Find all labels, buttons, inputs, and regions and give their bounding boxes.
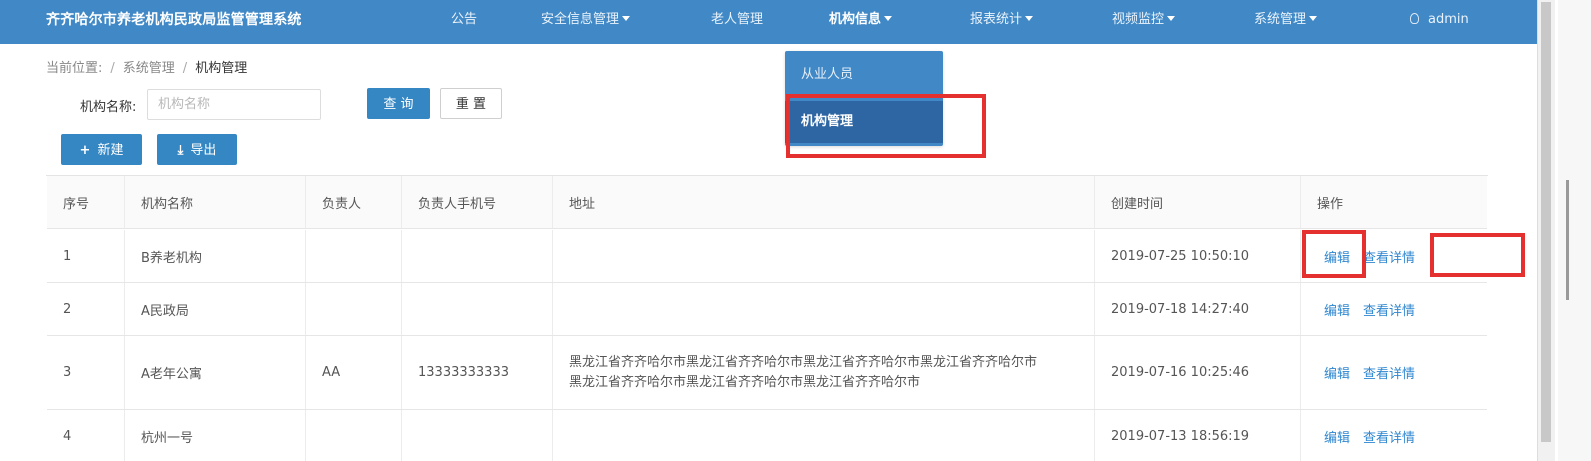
view-details-link[interactable]: 查看详情 [1363,363,1415,382]
table-row: 2 A民政局 2019-07-18 14:27:40 编辑 查看详情 [47,283,1487,336]
outer-scrollbar[interactable] [1558,0,1591,461]
breadcrumb-item-current: 机构管理 [195,61,248,76]
view-details-link[interactable]: 查看详情 [1363,247,1415,266]
page-scrollbar[interactable] [1537,0,1555,461]
cell-address [553,410,1095,461]
cell-actions: 编辑 查看详情 [1301,410,1487,461]
annotation-box-empty [1430,233,1525,277]
column-header: 创建时间 [1095,176,1301,228]
caret-down-icon [622,16,631,21]
org-name-label: 机构名称: [80,100,137,115]
cell-phone [402,230,553,282]
cell-actions: 编辑 查看详情 [1301,336,1487,409]
scrollbar-thumb[interactable] [1541,2,1551,442]
table-row: 1 B养老机构 2019-07-25 10:50:10 编辑 查看详情 [47,230,1487,283]
breadcrumb: 当前位置: / 系统管理 / 机构管理 [46,57,247,76]
cell-phone [402,283,553,335]
cell-index: 3 [47,336,125,409]
view-details-link[interactable]: 查看详情 [1363,300,1415,319]
annotation-box-edit [1302,230,1366,278]
download-icon: ⤓ [177,143,184,158]
nav-item-video[interactable]: 视频监控 [1112,0,1176,40]
cell-address [553,230,1095,282]
column-header: 负责人 [306,176,402,228]
new-button[interactable]: + 新建 [61,134,142,165]
column-header: 操作 [1317,196,1344,212]
cell-owner: AA [306,336,402,409]
top-nav-bar: 齐齐哈尔市养老机构民政局监管管理系统 公告 安全信息管理 老人管理 机构信息 报… [0,0,1537,44]
nav-item-elderly[interactable]: 老人管理 [711,0,763,40]
cell-created-time: 2019-07-18 14:27:40 [1095,283,1301,335]
dropdown-item-staff[interactable]: 从业人员 [785,54,943,96]
cell-index: 1 [47,230,125,282]
cell-org-name: B养老机构 [125,230,306,282]
cell-owner [306,410,402,461]
caret-down-icon [1309,16,1318,21]
table-row: 3 A老年公寓 AA 13333333333 黑龙江省齐齐哈尔市黑龙江省齐齐哈尔… [47,336,1487,410]
cell-org-name: 杭州一号 [125,410,306,461]
cell-created-time: 2019-07-25 10:50:10 [1095,230,1301,282]
org-name-search-input[interactable] [147,89,321,120]
cell-org-name: A民政局 [125,283,306,335]
nav-item-system[interactable]: 系统管理 [1254,0,1318,40]
query-button[interactable]: 查 询 [367,88,430,119]
cell-actions: 编辑 查看详情 [1301,283,1487,335]
cell-owner [306,230,402,282]
column-header: 地址 [553,176,1095,228]
breadcrumb-item-system[interactable]: 系统管理 [123,61,175,76]
user-menu[interactable]: admin [1410,0,1469,40]
cell-address: 黑龙江省齐齐哈尔市黑龙江省齐齐哈尔市黑龙江省齐齐哈尔市黑龙江省齐齐哈尔市 黑龙江省… [553,336,1095,409]
nav-item-org-info[interactable]: 机构信息 [829,0,893,40]
breadcrumb-separator: / [182,61,188,76]
nav-item-notice[interactable]: 公告 [451,0,477,40]
org-table: 序号 机构名称 负责人 负责人手机号 地址 创建时间 操作 1 B养老机构 20… [46,175,1488,461]
caret-down-icon [1025,16,1034,21]
outer-scrollbar-thumb[interactable] [1566,180,1569,300]
plus-icon: + [79,143,91,158]
view-details-link[interactable]: 查看详情 [1363,427,1415,446]
nav-item-reports[interactable]: 报表统计 [970,0,1034,40]
cell-phone [402,410,553,461]
caret-down-icon [1167,16,1176,21]
app-title: 齐齐哈尔市养老机构民政局监管管理系统 [46,12,302,28]
caret-down-icon [884,16,893,21]
cell-index: 2 [47,283,125,335]
edit-link[interactable]: 编辑 [1324,300,1350,319]
export-button[interactable]: ⤓ 导出 [157,134,237,165]
column-header: 机构名称 [125,176,306,228]
annotation-box-org-management [786,94,986,158]
column-header: 序号 [47,176,125,228]
edit-link[interactable]: 编辑 [1324,427,1350,446]
cell-created-time: 2019-07-13 18:56:19 [1095,410,1301,461]
column-header: 负责人手机号 [402,176,553,228]
lightbulb-icon [1410,13,1419,24]
reset-button[interactable]: 重 置 [440,88,502,119]
cell-index: 4 [47,410,125,461]
nav-item-safety-info[interactable]: 安全信息管理 [541,0,631,40]
cell-owner [306,283,402,335]
breadcrumb-separator: / [110,61,115,76]
edit-link[interactable]: 编辑 [1324,363,1350,382]
cell-address [553,283,1095,335]
table-header-row: 序号 机构名称 负责人 负责人手机号 地址 创建时间 操作 [47,176,1487,229]
cell-phone: 13333333333 [402,336,553,409]
cell-created-time: 2019-07-16 10:25:46 [1095,336,1301,409]
table-row: 4 杭州一号 2019-07-13 18:56:19 编辑 查看详情 [47,410,1487,461]
breadcrumb-prefix: 当前位置: [46,61,103,76]
cell-org-name: A老年公寓 [125,336,306,409]
